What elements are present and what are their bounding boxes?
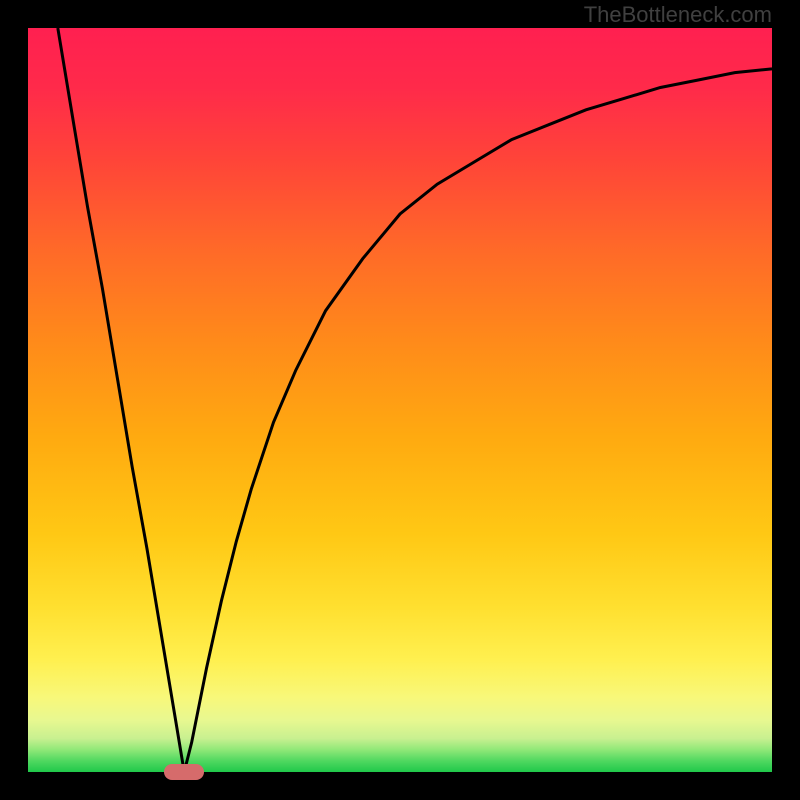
chart-area — [28, 28, 772, 772]
bottleneck-curve — [28, 28, 772, 772]
optimal-point-marker — [164, 764, 204, 780]
watermark-text: TheBottleneck.com — [584, 2, 772, 28]
